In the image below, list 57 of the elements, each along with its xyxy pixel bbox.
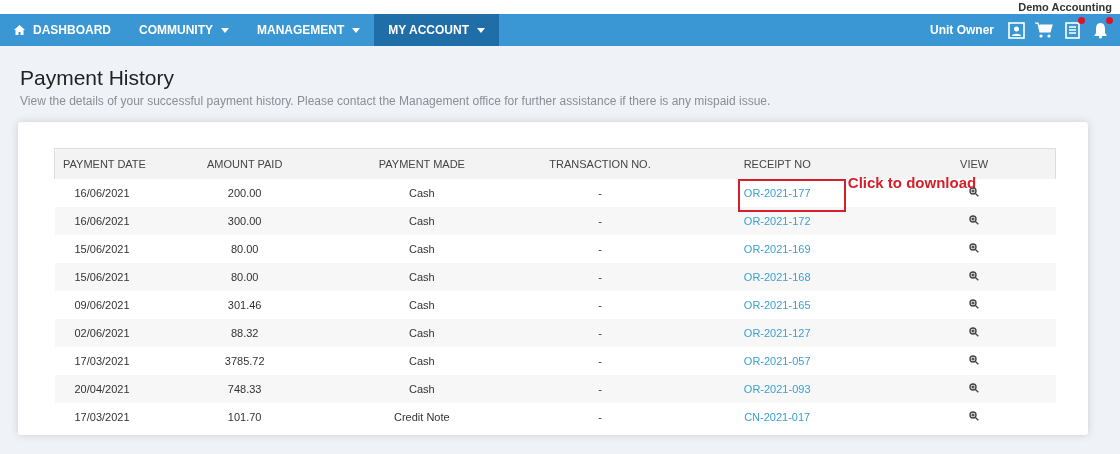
table-cell: 300.00 [227,215,262,227]
table-cell: 15/06/2021 [74,271,130,283]
table-cell: Cash [409,215,435,227]
table-cell: 80.00 [230,271,259,283]
table-cell: Credit Note [394,411,450,423]
table-cell: 80.00 [230,243,259,255]
column-header: PAYMENT DATE [54,148,185,179]
table-cell: - [598,411,602,423]
table-cell: - [598,243,602,255]
table-cell: Cash [409,299,435,311]
nav-tab[interactable]: COMMUNITY [125,14,243,46]
table-cell: 15/06/2021 [74,243,130,255]
column-header: TRANSACTION NO. [538,148,662,179]
receipt-link[interactable]: OR-2021-057 [743,355,811,367]
company-name: Demo Accounting [1018,0,1112,14]
table-cell: 748.33 [227,383,262,395]
table-cell: 200.00 [227,187,262,199]
table-cell: Cash [409,187,435,199]
page-title: Payment History [20,66,176,90]
table-cell: Cash [409,383,435,395]
table-cell: 17/03/2021 [74,355,130,367]
table-cell: - [598,215,602,227]
receipt-link[interactable]: OR-2021-177 [743,187,811,199]
nav-tab[interactable]: MY ACCOUNT [374,14,499,46]
table-cell: 101.70 [227,411,262,423]
page-description: View the details of your successful payment history. Please contact the Management office for further assistance if there is any mispaid issue. [20,94,772,108]
table-cell: 17/03/2021 [74,411,130,423]
table-cell: - [598,187,602,199]
table-cell: 20/04/2021 [74,383,130,395]
receipt-link[interactable]: OR-2021-165 [743,299,811,311]
table-cell: - [598,327,602,339]
receipt-link[interactable]: OR-2021-093 [743,383,811,395]
table-cell: 3785.72 [224,355,265,367]
table-cell: 301.46 [227,299,262,311]
table-cell: 88.32 [230,327,259,339]
nav-tab[interactable]: MANAGEMENT [243,14,375,46]
table-cell: 16/06/2021 [74,215,130,227]
receipt-link[interactable]: OR-2021-169 [743,243,811,255]
column-header: AMOUNT PAID [184,148,305,179]
table-cell: 16/06/2021 [74,187,130,199]
nav-tab[interactable]: DASHBOARD [0,14,125,46]
table-cell: - [598,383,602,395]
table-cell: Cash [409,355,435,367]
receipt-link[interactable]: CN-2021-017 [744,411,811,423]
table-cell: Cash [409,327,435,339]
column-header: PAYMENT MADE [304,148,539,179]
table-cell: - [598,299,602,311]
table-cell: 09/06/2021 [74,299,130,311]
receipt-link[interactable]: OR-2021-168 [743,271,811,283]
receipt-link[interactable]: OR-2021-127 [743,327,811,339]
table-cell: Cash [409,243,435,255]
receipt-link[interactable]: OR-2021-172 [743,215,811,227]
table-cell: 02/06/2021 [74,327,130,339]
table-cell: - [598,355,602,367]
user-role: Unit Owner [930,23,994,37]
table-cell: Cash [409,271,435,283]
table-cell: - [598,271,602,283]
